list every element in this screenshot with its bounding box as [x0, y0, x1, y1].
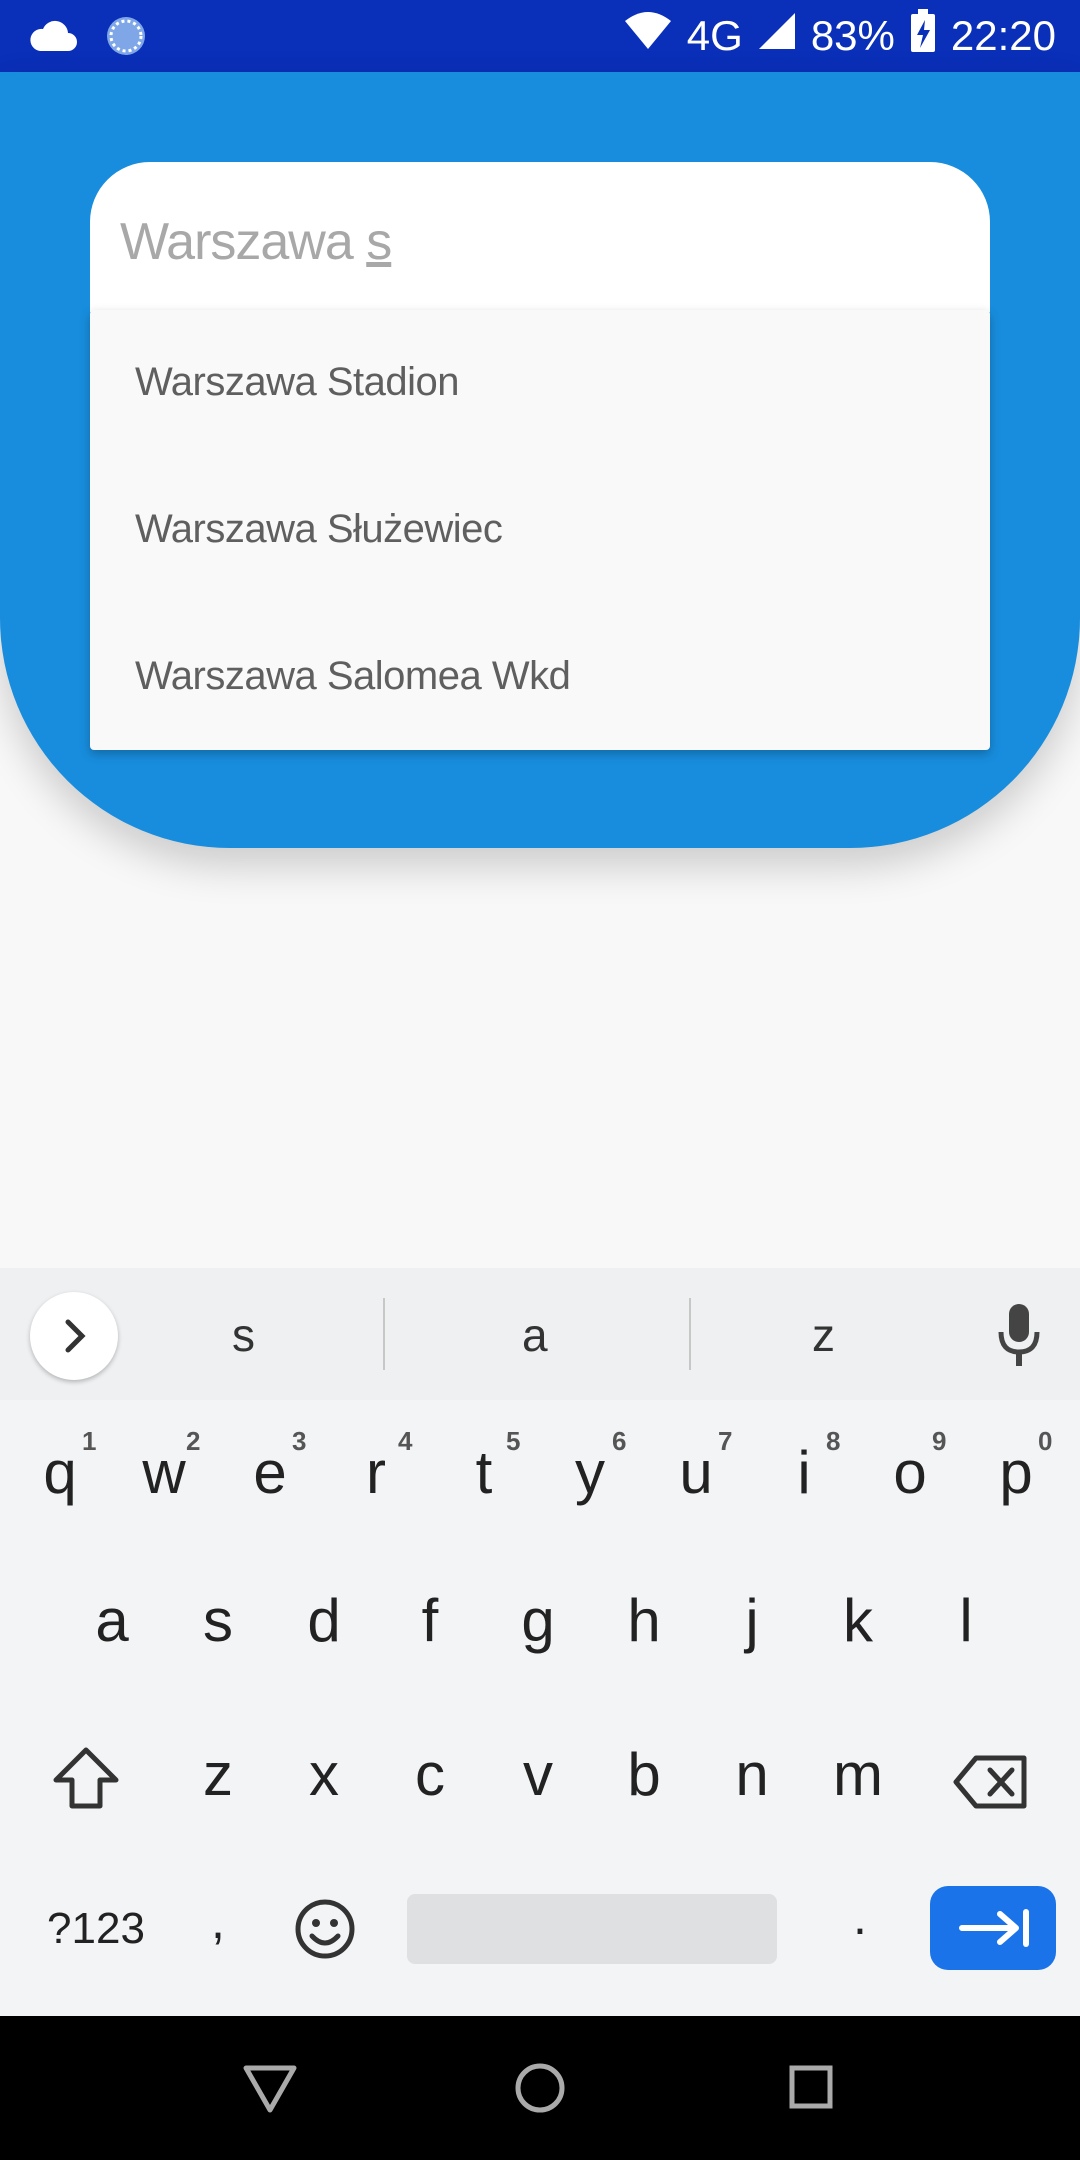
key-hint-number: 4	[398, 1426, 413, 1456]
autocomplete-item[interactable]: Warszawa Salomea Wkd	[135, 654, 571, 699]
key-g[interactable]: g	[498, 1586, 578, 1655]
key-hint-number: 7	[718, 1426, 733, 1456]
keyboard-suggestion[interactable]: s	[232, 1308, 255, 1362]
key-c[interactable]: c	[390, 1740, 470, 1809]
key-m[interactable]: m	[818, 1740, 898, 1809]
search-input[interactable]: Warszawa s	[90, 162, 990, 312]
key-hint-number: 3	[292, 1426, 307, 1456]
cloud-icon	[28, 19, 78, 58]
autocomplete-item[interactable]: Warszawa Służewiec	[135, 507, 503, 552]
microphone-icon[interactable]	[996, 1302, 1042, 1375]
keyboard-suggestion[interactable]: a	[522, 1308, 548, 1362]
key-f[interactable]: f	[390, 1586, 470, 1655]
key-z[interactable]: z	[178, 1740, 258, 1809]
key-v[interactable]: v	[498, 1740, 578, 1809]
emoji-key[interactable]	[294, 1898, 356, 1965]
clock: 22:20	[950, 12, 1056, 59]
key-d[interactable]: d	[284, 1586, 364, 1655]
wifi-icon	[623, 11, 673, 61]
key-s[interactable]: s	[178, 1586, 258, 1655]
home-circle-icon[interactable]	[514, 2062, 566, 2119]
recents-square-icon[interactable]	[788, 2064, 834, 2115]
key-h[interactable]: h	[604, 1586, 684, 1655]
battery-percent: 83%	[810, 12, 895, 59]
key-hint-number: 0	[1038, 1426, 1053, 1456]
comma-key[interactable]: ,	[178, 1892, 258, 1950]
tab-arrow-icon	[959, 1909, 1029, 1947]
keyboard: s a z q1w2e3r4t5y6u7i8o9p0 asdfghjkl zxc…	[0, 1268, 1080, 2016]
status-bar: 4G 83% 22:20	[0, 0, 1080, 72]
key-a[interactable]: a	[72, 1586, 152, 1655]
key-n[interactable]: n	[712, 1740, 792, 1809]
backspace-key[interactable]	[952, 1754, 1030, 1815]
keyboard-expand-button[interactable]	[30, 1292, 118, 1380]
enter-key[interactable]	[930, 1886, 1056, 1970]
key-x[interactable]: x	[284, 1740, 364, 1809]
symbols-key[interactable]: ?123	[36, 1904, 156, 1954]
key-hint-number: 8	[826, 1426, 841, 1456]
key-l[interactable]: l	[926, 1586, 1006, 1655]
battery-charging-icon	[909, 8, 937, 64]
suggestion-divider	[383, 1298, 385, 1370]
keyboard-suggestion-bar: s a z	[0, 1268, 1080, 1400]
chevron-right-icon	[65, 1319, 86, 1353]
sync-icon	[104, 14, 148, 63]
navigation-bar	[0, 2016, 1080, 2160]
network-type: 4G	[686, 12, 743, 59]
key-hint-number: 9	[932, 1426, 947, 1456]
period-key[interactable]: .	[820, 1888, 900, 1946]
space-key[interactable]	[407, 1894, 777, 1964]
signal-icon	[757, 11, 797, 61]
key-hint-number: 2	[186, 1426, 201, 1456]
back-triangle-icon[interactable]	[242, 2064, 298, 2119]
key-hint-number: 5	[506, 1426, 521, 1456]
shift-key[interactable]	[50, 1744, 122, 1817]
key-b[interactable]: b	[604, 1740, 684, 1809]
keyboard-suggestion[interactable]: z	[812, 1308, 835, 1362]
key-k[interactable]: k	[818, 1586, 898, 1655]
autocomplete-item[interactable]: Warszawa Stadion	[135, 360, 460, 405]
search-input-composing-text: s	[366, 213, 392, 271]
key-j[interactable]: j	[712, 1586, 792, 1655]
key-hint-number: 1	[82, 1426, 97, 1456]
search-input-value: Warszawa s	[120, 213, 392, 271]
autocomplete-dropdown: Warszawa Stadion Warszawa Służewiec Wars…	[90, 310, 990, 750]
suggestion-divider	[689, 1298, 691, 1370]
key-hint-number: 6	[612, 1426, 627, 1456]
